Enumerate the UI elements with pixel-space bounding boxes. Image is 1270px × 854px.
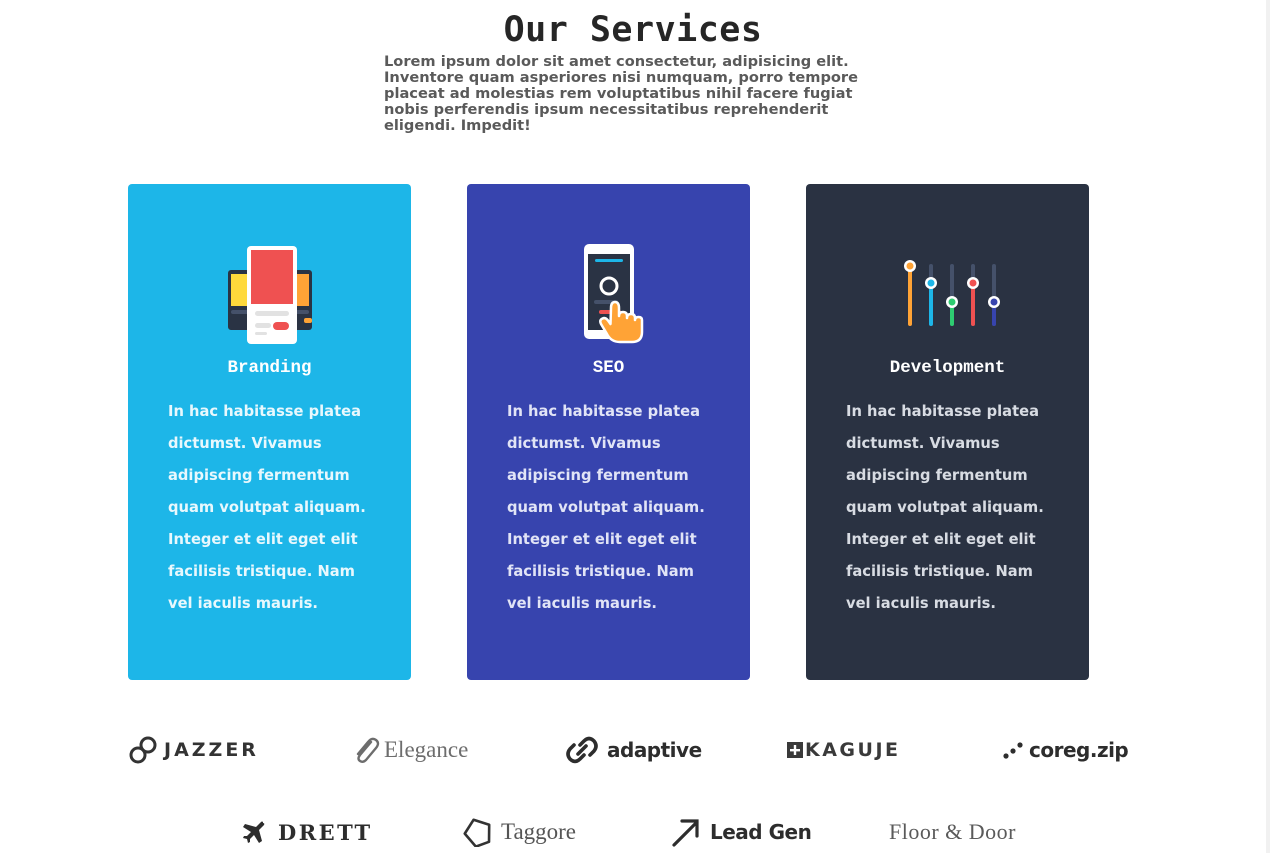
service-title: Branding (227, 358, 312, 378)
page-title: Our Services (503, 10, 763, 50)
service-description: In hac habitasse platea dictumst. Vivamu… (846, 403, 1044, 612)
service-card-development: Development In hac habitasse platea dict… (806, 184, 1089, 680)
client-name: Lead Gen (710, 820, 812, 844)
sliders-icon (904, 260, 1000, 326)
dots-icon (1003, 742, 1023, 759)
link-icon (566, 736, 598, 764)
client-name: Taggore (501, 819, 577, 844)
plus-square-icon (787, 742, 803, 758)
client-name: DRETT (278, 819, 373, 845)
service-title: SEO (592, 358, 625, 378)
phone-touch-icon (584, 244, 644, 344)
intro-text: Lorem ipsum dolor sit amet consectetur, … (384, 53, 859, 134)
client-logo-coreg: coreg.zip (1003, 728, 1129, 772)
client-name: KAGUJE (805, 739, 901, 761)
client-logo-jazzer: JAZZER (128, 728, 259, 772)
service-card-branding: Branding In hac habitasse platea dictums… (128, 184, 411, 680)
client-name: Elegance (384, 737, 469, 762)
client-name: coreg.zip (1029, 738, 1129, 762)
client-name: JAZZER (164, 739, 259, 761)
service-card-seo: SEO In hac habitasse platea dictumst. Vi… (467, 184, 750, 680)
chain-link-icon (129, 736, 157, 764)
arrow-up-right-icon (672, 819, 699, 847)
service-description: In hac habitasse platea dictumst. Vivamu… (507, 403, 705, 612)
client-logo-leadgen: Lead Gen (670, 810, 812, 854)
service-title: Development (889, 358, 1006, 378)
client-logo-taggore: Taggore (463, 810, 576, 854)
client-logo-adaptive: adaptive (565, 728, 702, 772)
paperclip-icon (356, 737, 380, 763)
client-name: Floor & Door (889, 819, 1016, 844)
tag-icon (463, 818, 491, 847)
client-name: adaptive (607, 738, 702, 762)
service-description: In hac habitasse platea dictumst. Vivamu… (168, 403, 366, 612)
client-logo-elegance: Elegance (352, 728, 468, 772)
devices-icon (228, 246, 312, 344)
client-logo-floor-door: Floor & Door (889, 810, 1016, 854)
airplane-icon (243, 821, 265, 843)
client-logo-drett: DRETT (242, 810, 373, 854)
page-scrollbar-edge (1266, 0, 1270, 853)
client-logo-kaguje: KAGUJE (787, 728, 901, 772)
